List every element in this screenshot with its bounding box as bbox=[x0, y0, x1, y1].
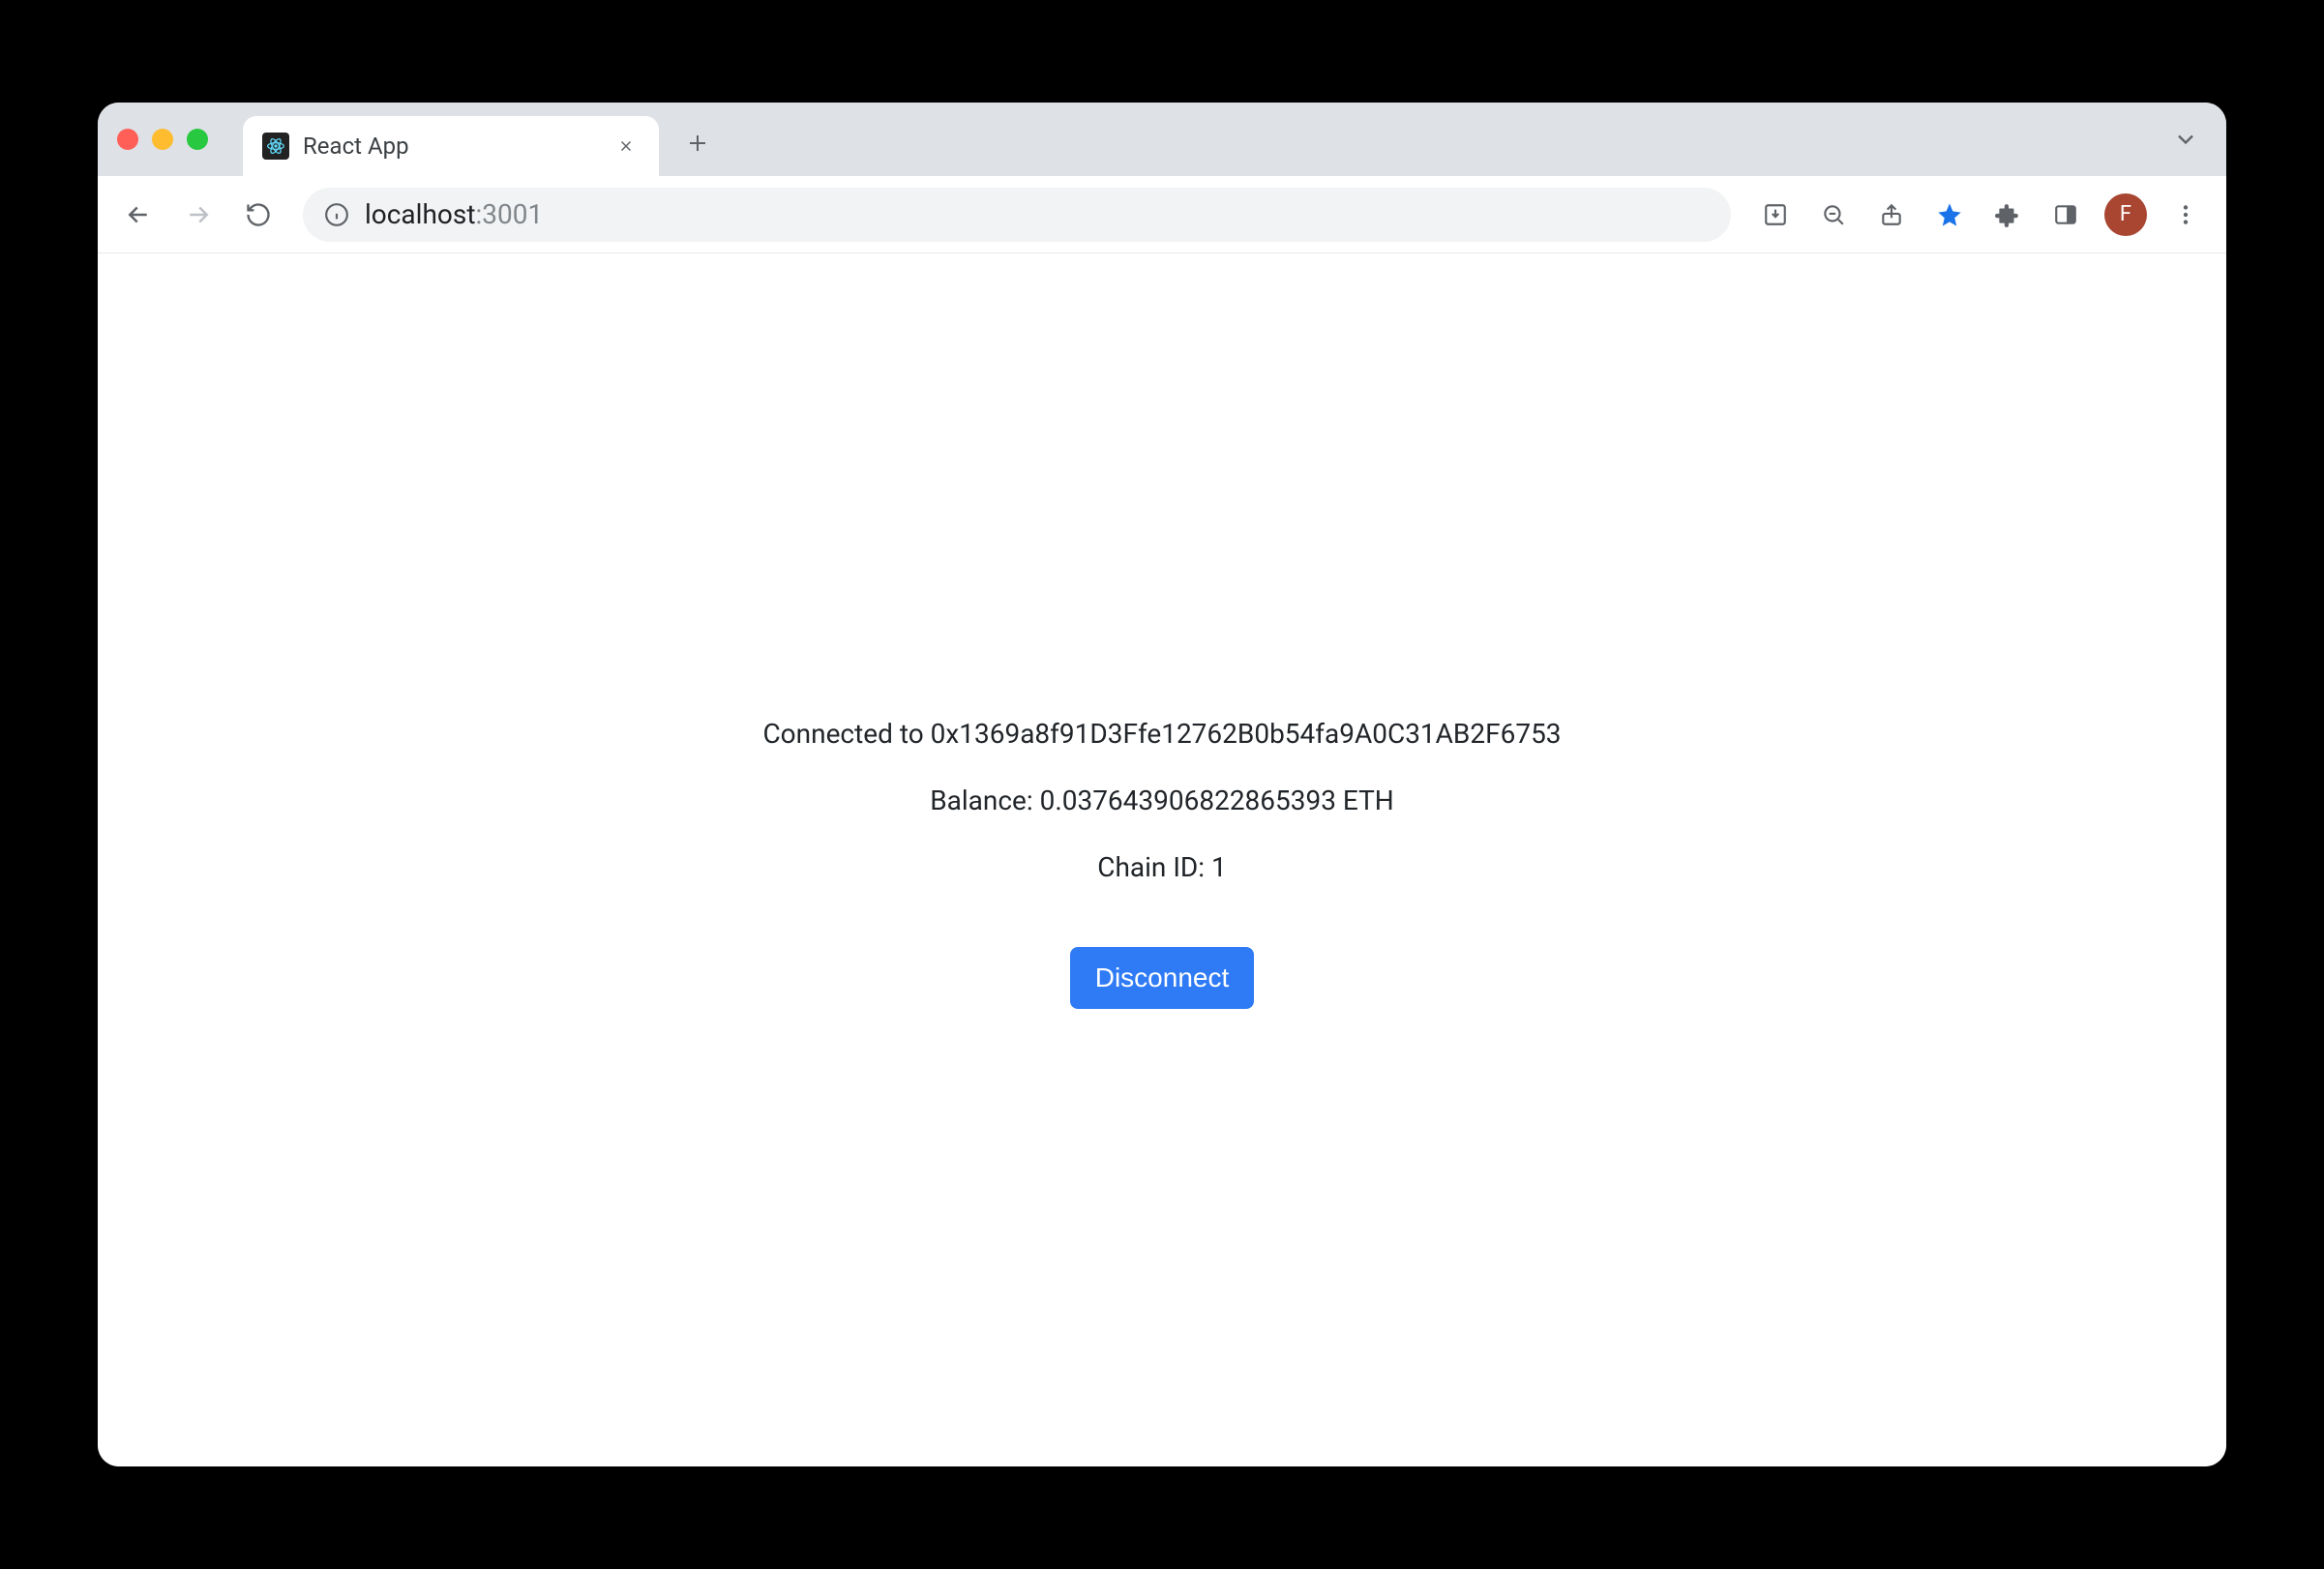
forward-button[interactable] bbox=[173, 190, 223, 240]
toolbar-actions: F bbox=[1750, 190, 2211, 240]
minimize-window-button[interactable] bbox=[152, 129, 173, 150]
address-bar[interactable]: localhost:3001 bbox=[303, 188, 1731, 242]
chain-id-text: Chain ID: 1 bbox=[1097, 851, 1227, 883]
bookmark-star-icon[interactable] bbox=[1924, 190, 1975, 240]
close-window-button[interactable] bbox=[117, 129, 138, 150]
url-port: :3001 bbox=[475, 198, 543, 230]
connected-address-text: Connected to 0x1369a8f91D3Ffe12762B0b54f… bbox=[762, 718, 1561, 750]
site-info-icon[interactable] bbox=[324, 202, 349, 227]
zoom-icon[interactable] bbox=[1808, 190, 1859, 240]
browser-tab[interactable]: React App bbox=[243, 116, 659, 176]
side-panel-icon[interactable] bbox=[2041, 190, 2091, 240]
react-favicon-icon bbox=[262, 133, 289, 160]
browser-window: React App localhost:3001 bbox=[98, 103, 2226, 1466]
window-controls bbox=[117, 129, 208, 150]
disconnect-button[interactable]: Disconnect bbox=[1070, 947, 1255, 1009]
tabs-dropdown-button[interactable] bbox=[2172, 126, 2199, 153]
share-icon[interactable] bbox=[1866, 190, 1917, 240]
maximize-window-button[interactable] bbox=[187, 129, 208, 150]
close-tab-button[interactable] bbox=[612, 133, 640, 160]
page-content: Connected to 0x1369a8f91D3Ffe12762B0b54f… bbox=[98, 253, 2226, 1466]
balance-text: Balance: 0.037643906822865393 ETH bbox=[930, 784, 1394, 816]
menu-button[interactable] bbox=[2160, 190, 2211, 240]
install-app-icon[interactable] bbox=[1750, 190, 1801, 240]
new-tab-button[interactable] bbox=[674, 120, 721, 166]
url-text: localhost:3001 bbox=[365, 198, 1710, 230]
back-button[interactable] bbox=[113, 190, 164, 240]
profile-avatar[interactable]: F bbox=[2104, 193, 2147, 236]
tab-strip: React App bbox=[98, 103, 2226, 176]
reload-button[interactable] bbox=[233, 190, 283, 240]
avatar-initial: F bbox=[2120, 202, 2131, 226]
browser-toolbar: localhost:3001 F bbox=[98, 176, 2226, 253]
tab-title: React App bbox=[303, 133, 599, 160]
url-host: localhost bbox=[365, 198, 475, 230]
extensions-icon[interactable] bbox=[1982, 190, 2033, 240]
